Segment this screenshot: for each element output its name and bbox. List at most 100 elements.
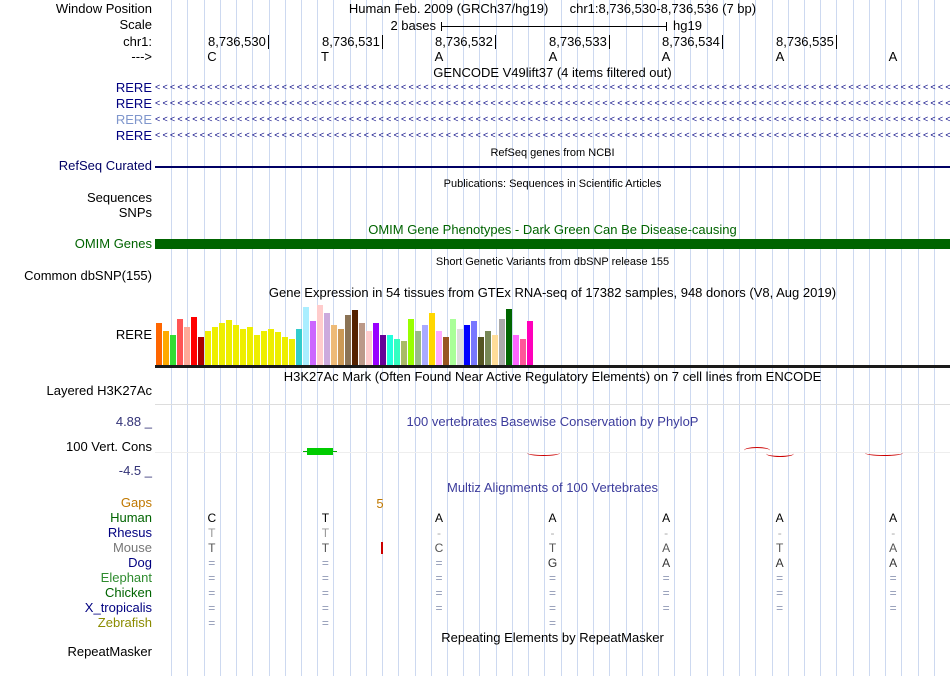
- rere-transcript-2[interactable]: <<<<<<<<<<<<<<<<<<<<<<<<<<<<<<<<<<<<<<<<…: [155, 97, 950, 110]
- gtex-expression-bar[interactable]: [457, 329, 463, 365]
- gtex-expression-bar[interactable]: [317, 305, 323, 365]
- alignment-cell: A: [662, 556, 671, 570]
- assembly-label: Human Feb. 2009 (GRCh37/hg19): [348, 1, 549, 16]
- rere-transcript-1[interactable]: <<<<<<<<<<<<<<<<<<<<<<<<<<<<<<<<<<<<<<<<…: [155, 81, 950, 94]
- gene-label-rere-4[interactable]: RERE: [0, 129, 152, 143]
- reference-base: A: [661, 49, 671, 64]
- strand-direction-label: --->: [131, 49, 152, 64]
- gtex-expression-bar[interactable]: [205, 331, 211, 365]
- alignment-cell: C: [207, 511, 217, 525]
- gtex-expression-bar[interactable]: [254, 335, 260, 365]
- gtex-expression-bar[interactable]: [247, 327, 253, 365]
- mouse-gap-marker: [381, 542, 383, 554]
- gtex-expression-bar[interactable]: [338, 329, 344, 365]
- dbsnp-track-label[interactable]: Common dbSNP(155): [0, 269, 152, 283]
- gtex-expression-bar[interactable]: [261, 331, 267, 365]
- gtex-expression-bar[interactable]: [506, 309, 512, 365]
- gtex-expression-bar[interactable]: [310, 321, 316, 365]
- alignment-cell: =: [208, 556, 216, 570]
- alignment-cell: A: [889, 556, 898, 570]
- omim-genes-label[interactable]: OMIM Genes: [0, 237, 152, 251]
- gtex-expression-bar[interactable]: [226, 320, 232, 365]
- gene-label-rere-2[interactable]: RERE: [0, 97, 152, 111]
- species-label-rhesus[interactable]: Rhesus: [0, 526, 152, 540]
- gtex-expression-bar[interactable]: [233, 325, 239, 365]
- reference-base: C: [207, 49, 217, 64]
- repeatmasker-track-title: Repeating Elements by RepeatMasker: [441, 630, 664, 645]
- gtex-expression-bar[interactable]: [450, 319, 456, 365]
- alignment-cell: =: [321, 586, 329, 600]
- gtex-expression-bar[interactable]: [380, 335, 386, 365]
- alignment-cell: =: [208, 616, 216, 630]
- gtex-expression-bar[interactable]: [303, 307, 309, 365]
- gtex-expression-bar[interactable]: [443, 337, 449, 365]
- gaps-row-label[interactable]: Gaps: [0, 496, 152, 510]
- gtex-expression-bar[interactable]: [156, 323, 162, 365]
- gtex-expression-bar[interactable]: [429, 313, 435, 365]
- species-label-elephant[interactable]: Elephant: [0, 571, 152, 585]
- gtex-expression-bar[interactable]: [184, 327, 190, 365]
- gtex-expression-bar[interactable]: [436, 331, 442, 365]
- gtex-expression-bar[interactable]: [177, 319, 183, 365]
- alignment-cell: A: [775, 556, 784, 570]
- gtex-expression-bar[interactable]: [492, 335, 498, 365]
- gtex-expression-bar[interactable]: [373, 323, 379, 365]
- gtex-expression-bar[interactable]: [366, 331, 372, 365]
- alignment-cell: =: [889, 601, 897, 615]
- species-label-dog[interactable]: Dog: [0, 556, 152, 570]
- gtex-track-title: Gene Expression in 54 tissues from GTEx …: [268, 285, 837, 300]
- gtex-expression-bar[interactable]: [520, 339, 526, 365]
- refseq-curated-label[interactable]: RefSeq Curated: [0, 159, 152, 173]
- species-label-mouse[interactable]: Mouse: [0, 541, 152, 555]
- rere-transcript-4[interactable]: <<<<<<<<<<<<<<<<<<<<<<<<<<<<<<<<<<<<<<<<…: [155, 129, 950, 142]
- gtex-expression-bar[interactable]: [170, 335, 176, 365]
- gtex-expression-bar[interactable]: [331, 325, 337, 365]
- gtex-expression-bar[interactable]: [296, 329, 302, 365]
- gtex-expression-bar[interactable]: [513, 335, 519, 365]
- gtex-expression-bar[interactable]: [527, 321, 533, 365]
- gtex-expression-bar[interactable]: [387, 335, 393, 365]
- gtex-expression-bar[interactable]: [275, 332, 281, 365]
- gtex-expression-bar[interactable]: [352, 310, 358, 365]
- window-position-label: Window Position: [55, 1, 152, 16]
- phylop-track-label[interactable]: 100 Vert. Cons: [0, 440, 152, 454]
- refseq-curated-item[interactable]: [155, 166, 950, 168]
- gtex-expression-bar[interactable]: [289, 339, 295, 365]
- gtex-expression-bar[interactable]: [408, 319, 414, 365]
- repeatmasker-track-label[interactable]: RepeatMasker: [0, 645, 152, 659]
- gtex-expression-bar[interactable]: [324, 313, 330, 365]
- gtex-expression-bar[interactable]: [268, 329, 274, 365]
- rere-transcript-3[interactable]: <<<<<<<<<<<<<<<<<<<<<<<<<<<<<<<<<<<<<<<<…: [155, 113, 950, 126]
- gtex-expression-bar[interactable]: [345, 315, 351, 365]
- species-label-chicken[interactable]: Chicken: [0, 586, 152, 600]
- gene-label-rere-1[interactable]: RERE: [0, 81, 152, 95]
- gtex-expression-bar[interactable]: [478, 337, 484, 365]
- gene-label-rere-3[interactable]: RERE: [0, 113, 152, 127]
- gtex-expression-bar[interactable]: [212, 327, 218, 365]
- gtex-expression-bar[interactable]: [499, 319, 505, 365]
- gtex-expression-bar[interactable]: [394, 339, 400, 365]
- gtex-expression-bar[interactable]: [359, 323, 365, 365]
- alignment-cell: A: [662, 511, 671, 525]
- gtex-expression-bar[interactable]: [422, 325, 428, 365]
- omim-gene-item[interactable]: [155, 239, 950, 249]
- snps-track-label[interactable]: SNPs: [0, 206, 152, 220]
- h3k27ac-track-label[interactable]: Layered H3K27Ac: [0, 384, 152, 398]
- gtex-expression-bar[interactable]: [464, 325, 470, 365]
- gtex-gene-label[interactable]: RERE: [0, 328, 152, 342]
- species-label-zebrafish[interactable]: Zebrafish: [0, 616, 152, 630]
- gtex-expression-bar[interactable]: [282, 337, 288, 365]
- alignment-cell: T: [208, 541, 216, 555]
- gtex-expression-bar[interactable]: [415, 331, 421, 365]
- gtex-expression-bar[interactable]: [219, 323, 225, 365]
- gtex-expression-bar[interactable]: [485, 331, 491, 365]
- gtex-expression-bar[interactable]: [471, 321, 477, 365]
- gtex-expression-bar[interactable]: [191, 317, 197, 365]
- gtex-expression-bar[interactable]: [240, 329, 246, 365]
- species-label-human[interactable]: Human: [0, 511, 152, 525]
- sequences-track-label[interactable]: Sequences: [0, 191, 152, 205]
- gtex-expression-bar[interactable]: [163, 331, 169, 365]
- gtex-expression-bar[interactable]: [198, 337, 204, 365]
- species-label-x_tropicalis[interactable]: X_tropicalis: [0, 601, 152, 615]
- gtex-expression-bar[interactable]: [401, 341, 407, 365]
